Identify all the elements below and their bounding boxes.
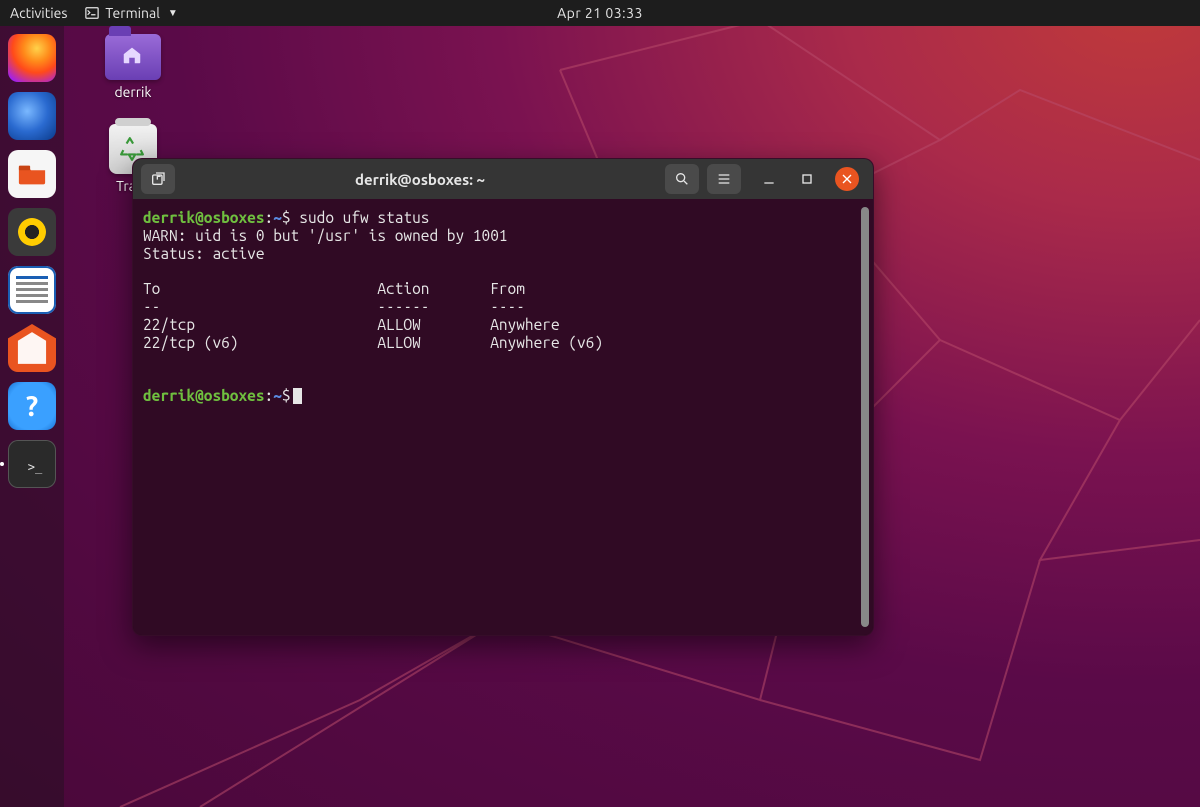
window-title: derrik@osboxes: ~ — [183, 171, 657, 188]
dock: A ? — [0, 26, 64, 807]
dock-rhythmbox[interactable] — [8, 208, 56, 256]
scrollbar[interactable] — [861, 207, 869, 627]
app-menu[interactable]: Terminal ▼ — [85, 5, 177, 21]
search-button[interactable] — [665, 164, 699, 194]
dock-ubuntu-software[interactable]: A — [8, 324, 56, 372]
output-table: To Action From -- ------ ---- 22/tcp ALL… — [143, 280, 603, 350]
search-icon — [674, 171, 690, 187]
prompt-colon: : — [265, 209, 274, 226]
close-button[interactable] — [835, 167, 859, 191]
terminal-glyph-icon — [85, 6, 99, 20]
terminal-area[interactable]: derrik@osboxes:~$ sudo ufw status WARN: … — [133, 199, 873, 635]
output-status: Status: active — [143, 245, 265, 262]
minimize-button[interactable] — [759, 169, 779, 189]
hamburger-icon — [716, 171, 732, 187]
folder-icon — [105, 34, 161, 80]
bag-a-icon: A — [24, 338, 41, 365]
command-text: sudo ufw status — [299, 209, 429, 226]
desktop-home-label: derrik — [114, 84, 151, 100]
speaker-icon — [18, 218, 46, 246]
window-titlebar[interactable]: derrik@osboxes: ~ — [133, 159, 873, 199]
cursor — [293, 388, 302, 404]
dock-libreoffice-writer[interactable] — [8, 266, 56, 314]
files-icon — [17, 161, 47, 187]
minimize-icon — [761, 171, 777, 187]
new-tab-button[interactable] — [141, 164, 175, 194]
prompt-user: derrik@osboxes — [143, 209, 265, 226]
dock-files[interactable] — [8, 150, 56, 198]
chevron-down-icon: ▼ — [168, 7, 178, 19]
prompt-user-2: derrik@osboxes — [143, 387, 265, 404]
prompt-symbol: $ — [282, 209, 291, 226]
maximize-icon — [799, 171, 815, 187]
dock-terminal[interactable] — [8, 440, 56, 488]
app-menu-label: Terminal — [105, 5, 160, 21]
hamburger-menu-button[interactable] — [707, 164, 741, 194]
gnome-top-bar: Activities Terminal ▼ Apr 21 03:33 — [0, 0, 1200, 26]
close-icon — [839, 171, 855, 187]
home-icon — [121, 44, 143, 66]
terminal-window: derrik@osboxes: ~ derrik@osboxes:~$ sudo… — [132, 158, 874, 636]
activities-button[interactable]: Activities — [10, 5, 67, 21]
question-icon: ? — [26, 391, 38, 422]
dock-help[interactable]: ? — [8, 382, 56, 430]
prompt-path: ~ — [273, 209, 282, 226]
maximize-button[interactable] — [797, 169, 817, 189]
dock-firefox[interactable] — [8, 34, 56, 82]
output-warn: WARN: uid is 0 but '/usr' is owned by 10… — [143, 227, 508, 244]
dock-thunderbird[interactable] — [8, 92, 56, 140]
desktop-home-folder[interactable]: derrik — [88, 34, 178, 100]
new-tab-icon — [150, 171, 166, 187]
clock[interactable]: Apr 21 03:33 — [557, 5, 643, 21]
